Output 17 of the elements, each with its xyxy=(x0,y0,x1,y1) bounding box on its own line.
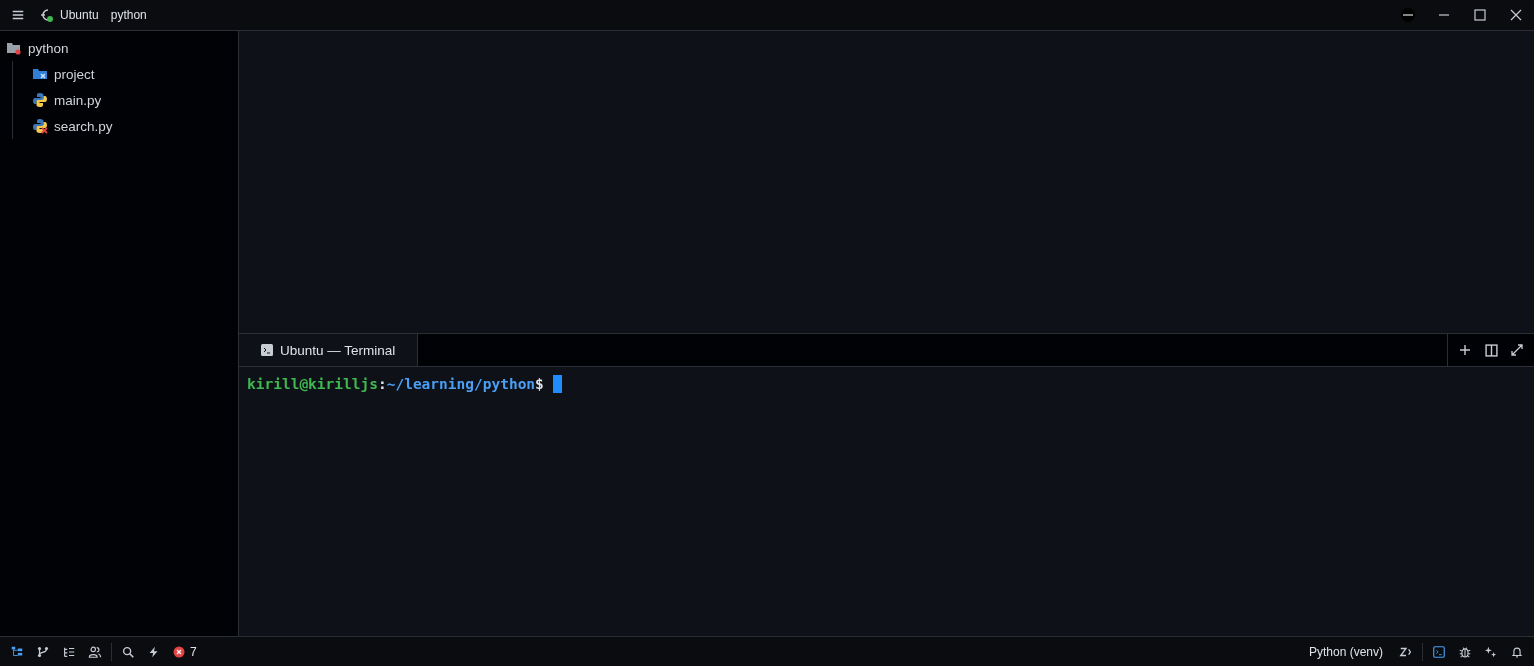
python-file-icon xyxy=(32,118,48,134)
error-icon xyxy=(173,645,185,658)
tree-item[interactable]: project xyxy=(54,66,95,82)
text-cursor xyxy=(552,375,562,393)
folder-icon xyxy=(32,66,48,82)
terminal-icon xyxy=(261,344,273,356)
terminal-tab[interactable]: Ubuntu — Terminal xyxy=(239,334,419,366)
tree-item[interactable]: search.py xyxy=(54,118,113,134)
project-name[interactable]: python xyxy=(110,8,147,22)
host-name[interactable]: Ubuntu xyxy=(60,8,99,22)
error-count[interactable]: 7 xyxy=(167,640,203,663)
tree-item[interactable]: main.py xyxy=(54,92,102,108)
tree-item[interactable]: python xyxy=(28,40,69,56)
terminal-prompt: kirill@kirilljs:~/learning/python$ xyxy=(247,376,544,392)
folder-icon xyxy=(6,40,22,56)
language-selector[interactable]: Python (venv) xyxy=(1298,644,1393,659)
python-file-icon xyxy=(32,92,48,108)
